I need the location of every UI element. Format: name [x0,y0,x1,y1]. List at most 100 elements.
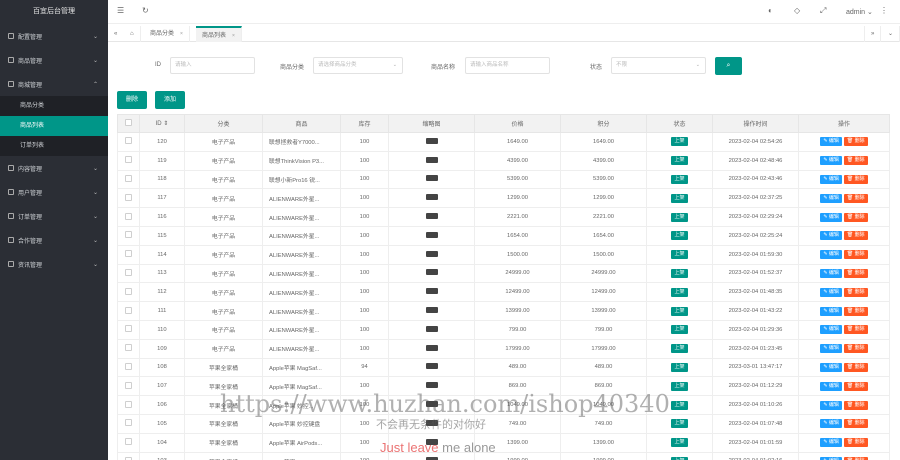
add-button[interactable]: 添加 [155,91,185,109]
row-checkbox[interactable] [125,156,132,164]
edit-button[interactable]: ✎ 编辑 [820,231,842,241]
delete-row-button[interactable]: 🗑 删除 [843,344,868,354]
home-icon[interactable]: ⌂ [124,26,141,42]
status-badge[interactable]: 上架 [671,287,688,297]
sidebar-item-store[interactable]: 商城管理 ⌃ [0,72,108,96]
row-checkbox[interactable] [125,137,132,145]
delete-row-button[interactable]: 🗑 删除 [843,137,868,147]
tabs-prev-icon[interactable]: « [108,26,123,42]
row-checkbox[interactable] [125,400,132,408]
row-checkbox[interactable] [125,325,132,333]
delete-row-button[interactable]: 🗑 删除 [843,419,868,429]
sidebar-subitem-product-list[interactable]: 商品列表 [0,116,108,136]
delete-row-button[interactable]: 🗑 删除 [843,250,868,260]
refresh-icon[interactable]: ↻ [142,6,149,15]
edit-button[interactable]: ✎ 编辑 [820,212,842,222]
sidebar-item-partners[interactable]: 合作管理 ⌄ [0,228,108,252]
delete-row-button[interactable]: 🗑 删除 [843,325,868,335]
delete-button[interactable]: 删除 [117,91,147,109]
status-badge[interactable]: 上架 [671,231,688,241]
row-checkbox[interactable] [125,231,132,239]
tabs-next-icon[interactable]: » [864,26,882,42]
delete-row-button[interactable]: 🗑 删除 [843,362,868,372]
status-badge[interactable]: 上架 [671,438,688,448]
delete-row-button[interactable]: 🗑 删除 [843,268,868,278]
edit-button[interactable]: ✎ 编辑 [820,287,842,297]
tab-product-list[interactable]: 商品列表 × [196,26,242,42]
delete-row-button[interactable]: 🗑 删除 [843,231,868,241]
row-checkbox[interactable] [125,344,132,352]
sidebar-item-goods[interactable]: 商品管理 ⌄ [0,48,108,72]
status-badge[interactable]: 上架 [671,268,688,278]
edit-button[interactable]: ✎ 编辑 [820,156,842,166]
user-menu[interactable]: admin ⌄ [846,8,873,16]
delete-row-button[interactable]: 🗑 删除 [843,400,868,410]
status-badge[interactable]: 上架 [671,137,688,147]
status-badge[interactable]: 上架 [671,212,688,222]
edit-button[interactable]: ✎ 编辑 [820,400,842,410]
delete-row-button[interactable]: 🗑 删除 [843,438,868,448]
edit-button[interactable]: ✎ 编辑 [820,438,842,448]
row-checkbox[interactable] [125,381,132,389]
row-checkbox[interactable] [125,212,132,220]
id-input[interactable]: 请输入 [170,57,255,74]
delete-row-button[interactable]: 🗑 删除 [843,381,868,391]
status-badge[interactable]: 上架 [671,306,688,316]
row-checkbox[interactable] [125,419,132,427]
tabs-menu-icon[interactable]: ⌄ [882,26,900,42]
status-badge[interactable]: 上架 [671,174,688,184]
sidebar-item-users[interactable]: 用户管理 ⌄ [0,180,108,204]
tag-icon[interactable]: ◇ [794,6,800,15]
row-checkbox[interactable] [125,287,132,295]
status-badge[interactable]: 上架 [671,419,688,429]
status-badge[interactable]: 上架 [671,400,688,410]
delete-row-button[interactable]: 🗑 删除 [843,174,868,184]
sidebar-item-order-mgmt[interactable]: 订单管理 ⌄ [0,204,108,228]
status-badge[interactable]: 上架 [671,250,688,260]
name-input[interactable]: 请输入商品名称 [465,57,550,74]
status-badge[interactable]: 上架 [671,344,688,354]
category-select[interactable]: 请选择商品分类 ⌄ [313,57,403,74]
delete-row-button[interactable]: 🗑 删除 [843,193,868,203]
sidebar-item-config[interactable]: 配置管理 ⌄ [0,24,108,48]
row-checkbox[interactable] [125,193,132,201]
edit-button[interactable]: ✎ 编辑 [820,268,842,278]
delete-row-button[interactable]: 🗑 删除 [843,212,868,222]
delete-row-button[interactable]: 🗑 删除 [843,287,868,297]
close-icon[interactable]: × [232,33,235,39]
row-checkbox[interactable] [125,268,132,276]
status-badge[interactable]: 上架 [671,156,688,166]
edit-button[interactable]: ✎ 编辑 [820,193,842,203]
status-select[interactable]: 不限 ⌄ [611,57,706,74]
sidebar-subitem-orders[interactable]: 订单列表 [0,136,108,156]
row-checkbox[interactable] [125,362,132,370]
edit-button[interactable]: ✎ 编辑 [820,325,842,335]
fullscreen-icon[interactable]: ⤢ [820,6,826,16]
status-badge[interactable]: 上架 [671,362,688,372]
edit-button[interactable]: ✎ 编辑 [820,419,842,429]
sidebar-item-news[interactable]: 资讯管理 ⌄ [0,252,108,276]
edit-button[interactable]: ✎ 编辑 [820,174,842,184]
theme-icon[interactable]: ◐ [768,6,773,15]
status-badge[interactable]: 上架 [671,193,688,203]
row-checkbox[interactable] [125,306,132,314]
search-button[interactable]: ⌕ [715,57,742,75]
delete-row-button[interactable]: 🗑 删除 [843,306,868,316]
edit-button[interactable]: ✎ 编辑 [820,344,842,354]
tab-category[interactable]: 商品分类 × [144,26,190,42]
row-checkbox[interactable] [125,438,132,446]
sidebar-subitem-category[interactable]: 商品分类 [0,96,108,116]
status-badge[interactable]: 上架 [671,325,688,335]
status-badge[interactable]: 上架 [671,381,688,391]
close-icon[interactable]: × [180,31,183,37]
row-checkbox[interactable] [125,174,132,182]
edit-button[interactable]: ✎ 编辑 [820,137,842,147]
menu-icon[interactable]: ☰ [117,6,124,15]
select-all-checkbox[interactable] [125,119,132,126]
more-icon[interactable]: ⋮ [880,6,888,15]
sidebar-item-content[interactable]: 内容管理 ⌄ [0,156,108,180]
edit-button[interactable]: ✎ 编辑 [820,362,842,372]
delete-row-button[interactable]: 🗑 删除 [843,156,868,166]
col-id[interactable]: ID ⇕ [139,114,185,133]
edit-button[interactable]: ✎ 编辑 [820,250,842,260]
